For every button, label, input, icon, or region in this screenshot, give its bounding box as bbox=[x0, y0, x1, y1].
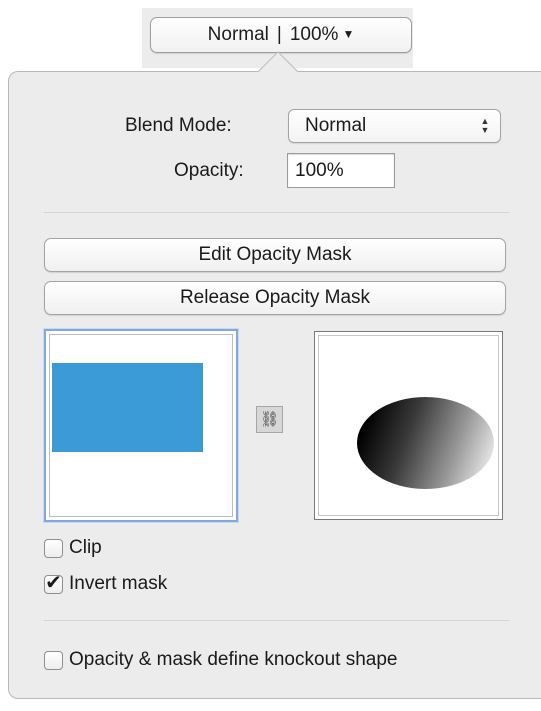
blend-mode-select[interactable]: Normal ▲ ▼ bbox=[288, 109, 501, 143]
clip-checkbox[interactable] bbox=[44, 539, 63, 558]
blend-mode-label: Blend Mode: bbox=[125, 115, 232, 136]
release-opacity-mask-button[interactable]: Release Opacity Mask bbox=[44, 281, 506, 315]
separator: | bbox=[276, 24, 282, 45]
invert-mask-label: Invert mask bbox=[69, 573, 168, 594]
invert-mask-checkbox[interactable]: ✔ bbox=[44, 572, 63, 594]
artwork-rectangle bbox=[52, 363, 203, 452]
blend-opacity-dropdown-button[interactable]: Normal | 100% ▼ bbox=[150, 17, 412, 53]
opacity-field[interactable]: 100% bbox=[287, 153, 395, 188]
divider bbox=[44, 212, 509, 213]
mask-gradient-ellipse bbox=[357, 397, 494, 489]
checkmark-icon: ✔ bbox=[45, 572, 62, 594]
knockout-checkbox[interactable] bbox=[44, 651, 63, 670]
chain-link-icon[interactable]: ⛓ bbox=[256, 406, 283, 433]
chevron-down-icon: ▼ bbox=[342, 27, 355, 41]
blend-mode-value: Normal bbox=[305, 115, 367, 136]
clip-label: Clip bbox=[69, 537, 102, 558]
edit-opacity-mask-button[interactable]: Edit Opacity Mask bbox=[44, 238, 506, 272]
up-down-arrows-icon: ▲ ▼ bbox=[480, 116, 490, 135]
knockout-label: Opacity & mask define knockout shape bbox=[69, 649, 398, 670]
opacity-summary: 100% bbox=[289, 24, 339, 45]
blend-mode-summary: Normal bbox=[207, 24, 269, 45]
divider bbox=[44, 620, 509, 621]
opacity-label: Opacity: bbox=[174, 160, 244, 181]
